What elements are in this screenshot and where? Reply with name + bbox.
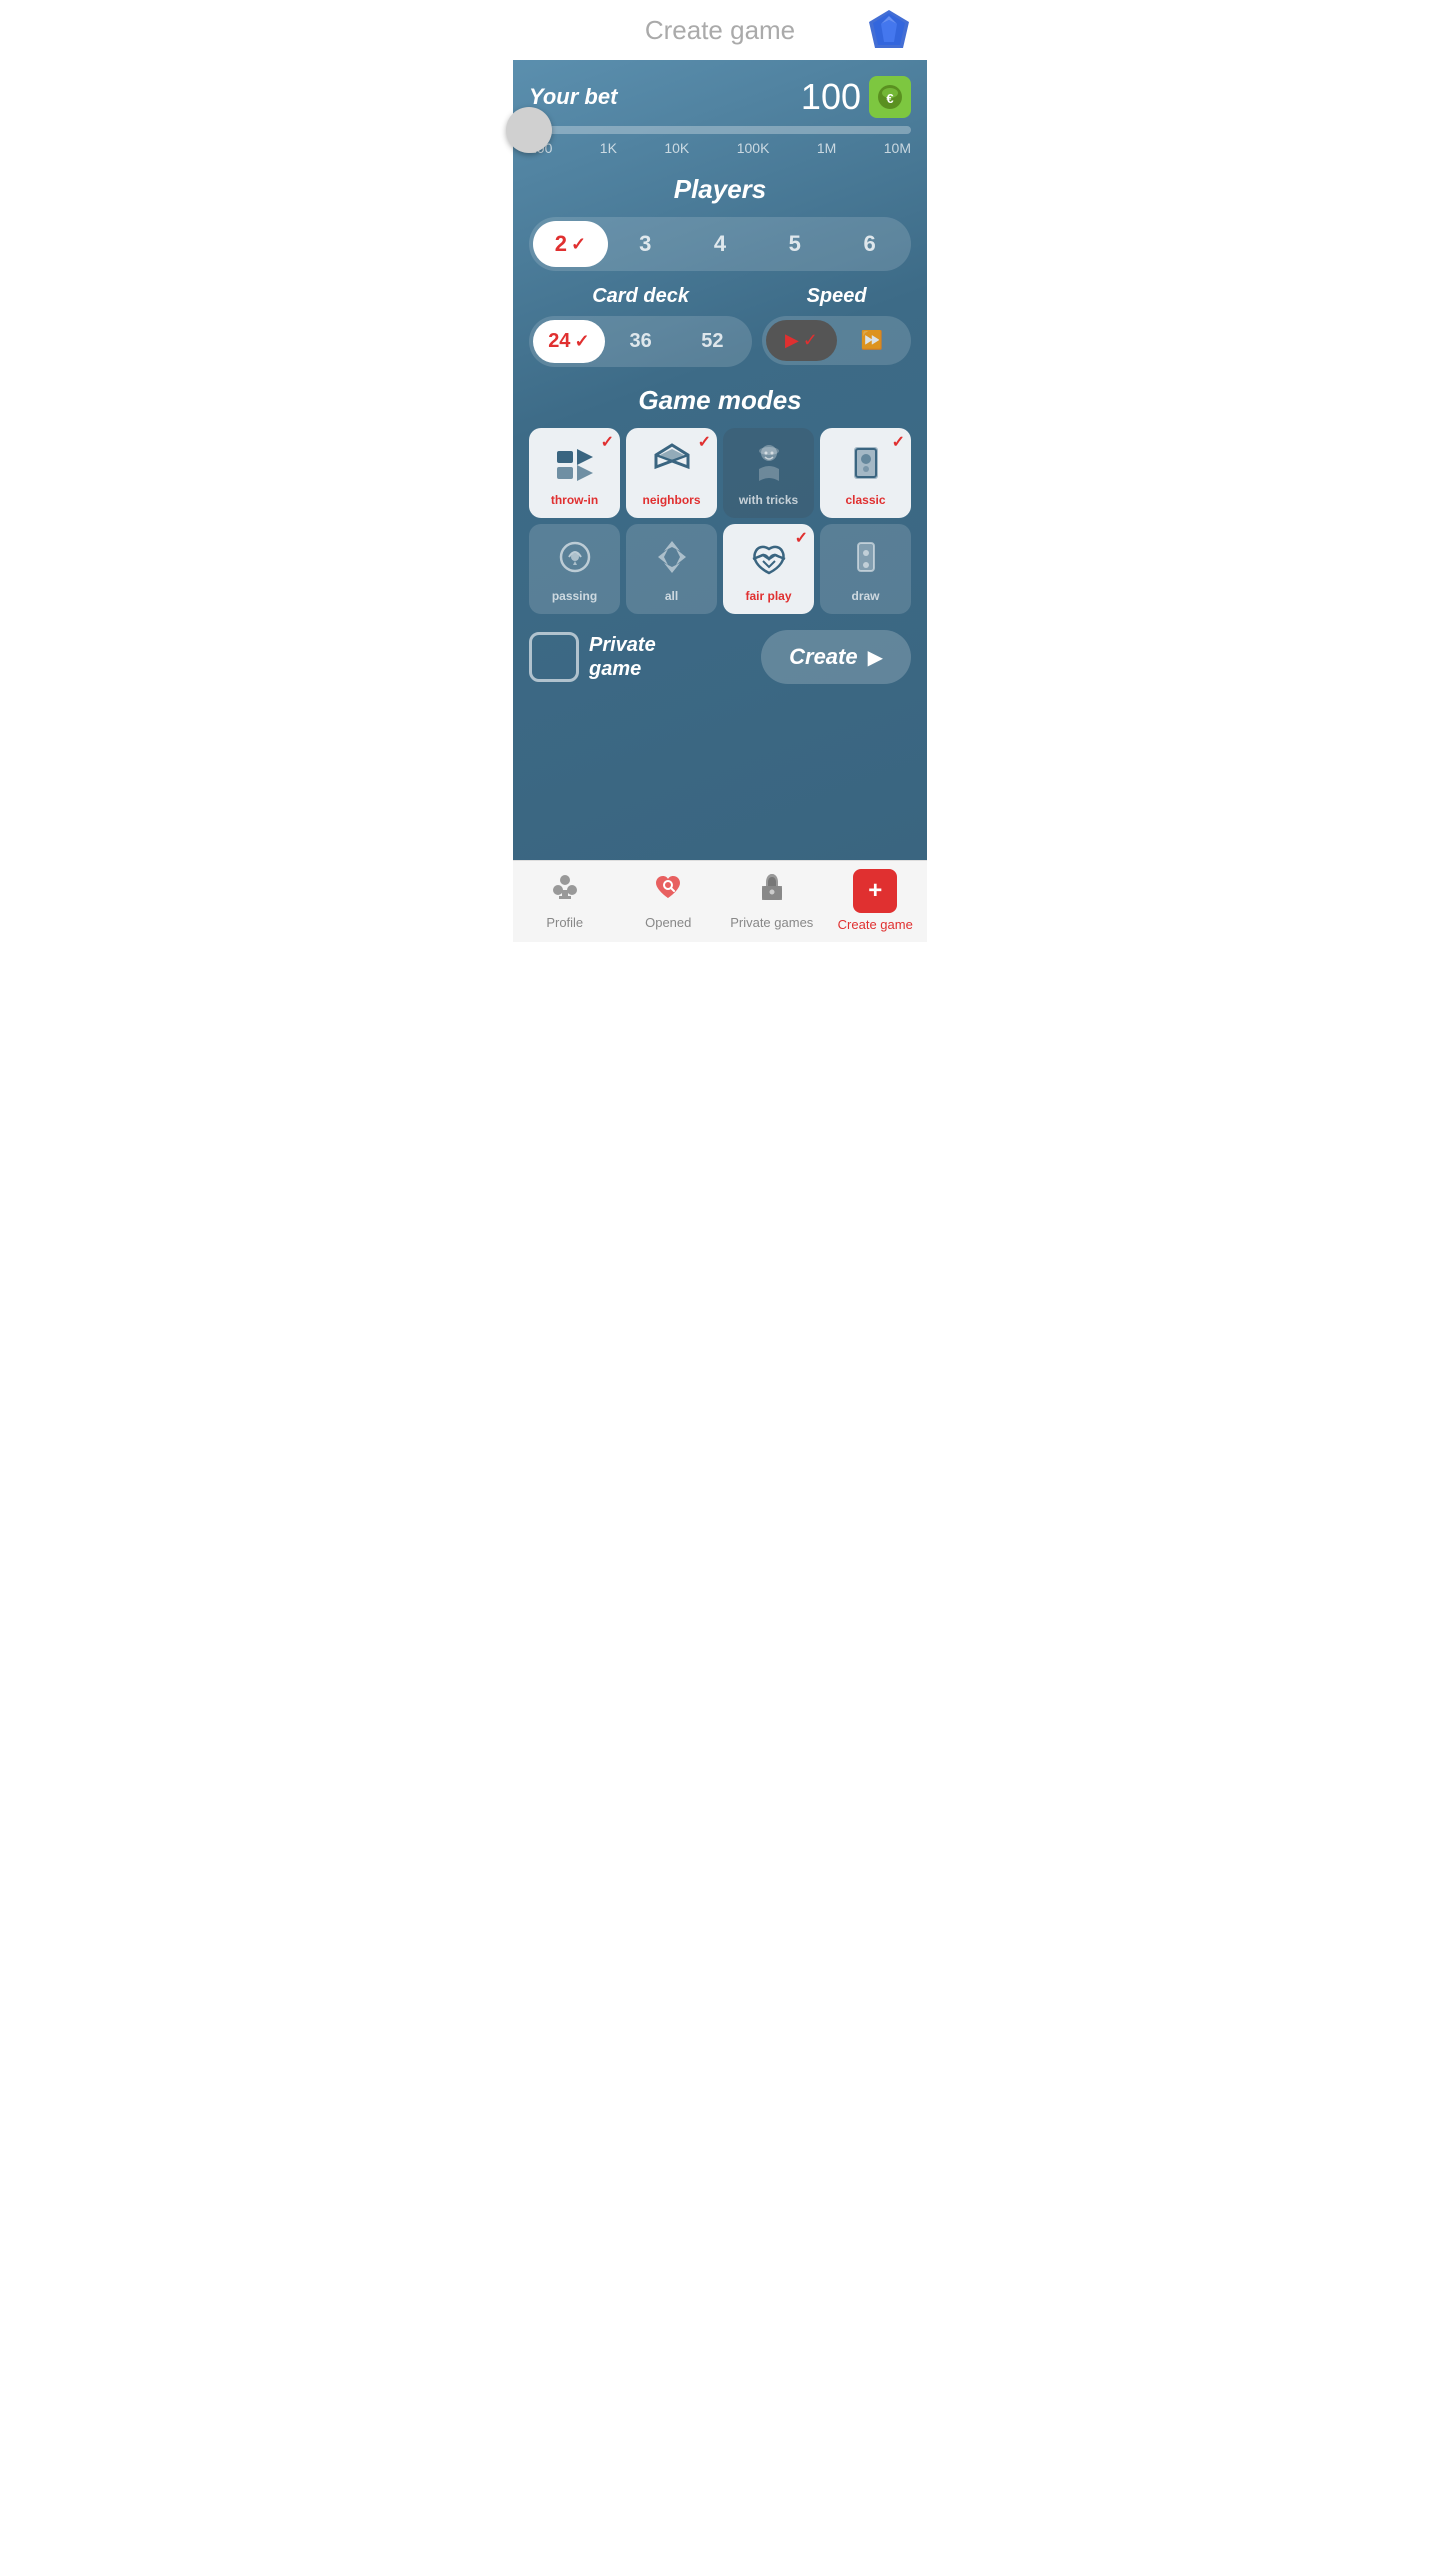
neighbors-icon bbox=[652, 441, 692, 489]
profile-nav-label: Profile bbox=[546, 915, 583, 930]
speed-option-fast[interactable]: ⏩ bbox=[837, 320, 907, 361]
classic-label: classic bbox=[845, 493, 885, 507]
mode-classic[interactable]: ✓ classic bbox=[820, 428, 911, 518]
card-deck-label: Card deck bbox=[529, 285, 752, 308]
draw-icon bbox=[846, 537, 886, 585]
slider-track bbox=[529, 126, 911, 134]
throw-in-icon bbox=[555, 441, 595, 489]
speed-selector: ▶ ✓ ⏩ bbox=[762, 316, 911, 365]
opened-nav-label: Opened bbox=[645, 915, 691, 930]
nav-private-games[interactable]: Private games bbox=[720, 872, 824, 930]
player-option-6[interactable]: 6 bbox=[832, 221, 907, 267]
bet-label: Your bet bbox=[529, 84, 617, 110]
slider-label-1m: 1M bbox=[817, 140, 836, 156]
game-modes-title: Game modes bbox=[529, 385, 911, 416]
create-game-plus-icon: + bbox=[853, 869, 897, 913]
private-lock-icon bbox=[756, 872, 788, 911]
private-game-checkbox[interactable] bbox=[529, 632, 579, 682]
game-modes-grid: ✓ throw-in ✓ n bbox=[529, 428, 911, 614]
card-speed-row: Card deck 24 ✓ 36 52 Speed ▶ ✓ ⏩ bbox=[529, 285, 911, 367]
header: Create game bbox=[513, 0, 927, 60]
speed-section: Speed ▶ ✓ ⏩ bbox=[762, 285, 911, 367]
check-icon-2: ✓ bbox=[571, 234, 586, 255]
opened-heart-search-icon bbox=[652, 872, 684, 911]
mode-all[interactable]: all bbox=[626, 524, 717, 614]
draw-label: draw bbox=[851, 589, 879, 603]
slider-thumb[interactable] bbox=[506, 107, 552, 153]
check-icon-classic: ✓ bbox=[892, 432, 905, 452]
check-icon-throw-in: ✓ bbox=[601, 432, 614, 452]
passing-icon bbox=[555, 537, 595, 585]
fair-play-icon bbox=[749, 537, 789, 585]
card-deck-section: Card deck 24 ✓ 36 52 bbox=[529, 285, 752, 367]
players-selector: 2 ✓ 3 4 5 6 bbox=[529, 217, 911, 271]
deck-option-24[interactable]: 24 ✓ bbox=[533, 320, 605, 363]
private-game-area: Privategame bbox=[529, 632, 656, 682]
play-icon: ▶ bbox=[785, 330, 799, 351]
all-label: all bbox=[665, 589, 678, 603]
slider-label-10m: 10M bbox=[884, 140, 911, 156]
slider-label-10k: 10K bbox=[664, 140, 689, 156]
check-icon-fair-play: ✓ bbox=[795, 528, 808, 548]
with-tricks-label: with tricks bbox=[739, 493, 798, 507]
speed-label: Speed bbox=[762, 285, 911, 308]
player-option-5[interactable]: 5 bbox=[757, 221, 832, 267]
page-title: Create game bbox=[645, 15, 795, 46]
speed-option-normal[interactable]: ▶ ✓ bbox=[766, 320, 836, 361]
bet-section: Your bet 100 € 100 1K 10K 100K bbox=[529, 76, 911, 156]
mode-fair-play[interactable]: ✓ fair play bbox=[723, 524, 814, 614]
player-option-4[interactable]: 4 bbox=[683, 221, 758, 267]
coin-icon: € bbox=[869, 76, 911, 118]
nav-profile[interactable]: Profile bbox=[513, 872, 617, 930]
deck-selector: 24 ✓ 36 52 bbox=[529, 316, 752, 367]
players-title: Players bbox=[529, 174, 911, 205]
create-game-button[interactable]: Create ▶ bbox=[761, 630, 911, 684]
mode-with-tricks[interactable]: with tricks bbox=[723, 428, 814, 518]
fair-play-label: fair play bbox=[745, 589, 791, 603]
svg-text:€: € bbox=[886, 91, 893, 106]
play-arrow-icon: ▶ bbox=[868, 645, 883, 670]
bet-value-row: 100 € bbox=[801, 76, 911, 118]
mode-passing[interactable]: passing bbox=[529, 524, 620, 614]
bottom-nav: Profile Opened Private games bbox=[513, 860, 927, 942]
nav-opened[interactable]: Opened bbox=[617, 872, 721, 930]
create-game-nav-label: Create game bbox=[838, 917, 913, 932]
nav-create-game[interactable]: + Create game bbox=[824, 869, 928, 932]
create-button-label: Create bbox=[789, 644, 857, 670]
bet-slider[interactable] bbox=[529, 126, 911, 134]
neighbors-label: neighbors bbox=[642, 493, 700, 507]
bottom-action-row: Privategame Create ▶ bbox=[529, 630, 911, 684]
bet-amount: 100 bbox=[801, 76, 861, 118]
with-tricks-icon bbox=[749, 441, 789, 489]
check-icon-speed: ✓ bbox=[803, 330, 818, 351]
private-game-label: Privategame bbox=[589, 633, 656, 681]
main-content: Your bet 100 € 100 1K 10K 100K bbox=[513, 60, 927, 860]
mode-throw-in[interactable]: ✓ throw-in bbox=[529, 428, 620, 518]
deck-option-52[interactable]: 52 bbox=[676, 320, 748, 363]
passing-label: passing bbox=[552, 589, 597, 603]
gem-icon bbox=[867, 8, 911, 52]
mode-neighbors[interactable]: ✓ neighbors bbox=[626, 428, 717, 518]
deck-option-36[interactable]: 36 bbox=[605, 320, 677, 363]
check-icon-24: ✓ bbox=[574, 331, 589, 352]
slider-label-100k: 100K bbox=[737, 140, 770, 156]
slider-label-1k: 1K bbox=[600, 140, 617, 156]
all-icon bbox=[652, 537, 692, 585]
slider-labels: 100 1K 10K 100K 1M 10M bbox=[529, 140, 911, 156]
player-option-2[interactable]: 2 ✓ bbox=[533, 221, 608, 267]
player-option-3[interactable]: 3 bbox=[608, 221, 683, 267]
throw-in-label: throw-in bbox=[551, 493, 598, 507]
fast-forward-icon: ⏩ bbox=[861, 330, 883, 351]
mode-draw[interactable]: draw bbox=[820, 524, 911, 614]
check-icon-neighbors: ✓ bbox=[698, 432, 711, 452]
private-games-nav-label: Private games bbox=[730, 915, 813, 930]
classic-icon bbox=[846, 441, 886, 489]
profile-club-icon bbox=[549, 872, 581, 911]
